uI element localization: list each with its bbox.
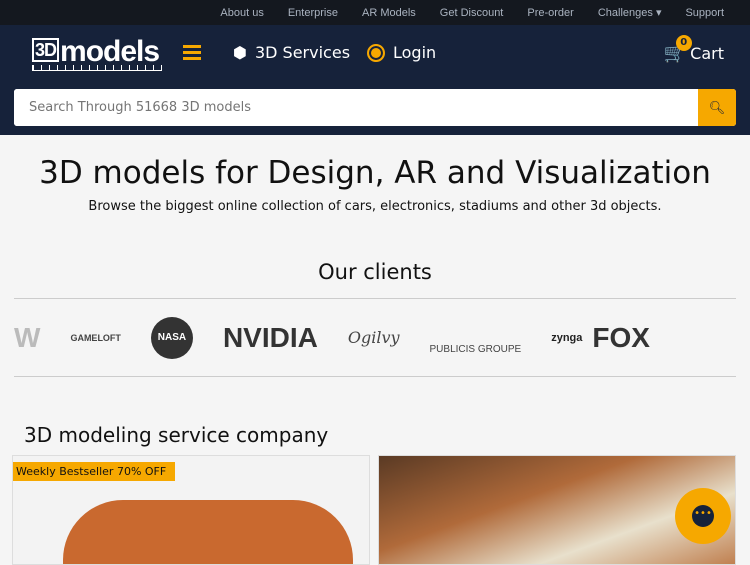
service-card-car[interactable]: Weekly Bestseller 70% OFF [12, 455, 370, 565]
client-logo-nvidia: NVIDIA [222, 321, 318, 353]
nav-pre-order[interactable]: Pre-order [527, 7, 573, 19]
top-nav: About us Enterprise AR Models Get Discou… [0, 0, 750, 25]
client-logo: W [14, 321, 41, 353]
login-link[interactable]: Login [367, 43, 436, 62]
nav-enterprise[interactable]: Enterprise [288, 7, 338, 19]
car-image [63, 500, 353, 564]
service-title: 3D modeling service company [24, 423, 329, 447]
logo-text: models [60, 35, 160, 68]
search-input[interactable] [14, 89, 698, 126]
nav-challenges[interactable]: Challenges ▾ [598, 6, 662, 19]
client-logo-fox: FOX [592, 321, 650, 353]
client-logo-zynga: zynga [551, 331, 583, 344]
nav-get-discount[interactable]: Get Discount [440, 7, 504, 19]
login-label: Login [393, 43, 437, 62]
search-icon: 🔍︎ [708, 99, 726, 115]
cart-label: Cart [690, 44, 724, 63]
logo[interactable]: 3D models [32, 35, 162, 71]
page-title: 3D models for Design, AR and Visualizati… [39, 155, 711, 191]
nav-about[interactable]: About us [220, 7, 263, 19]
menu-icon[interactable] [183, 45, 201, 63]
bestseller-ribbon: Weekly Bestseller 70% OFF [13, 462, 176, 481]
nav-support[interactable]: Support [685, 7, 724, 19]
user-icon [367, 43, 385, 62]
clients-title: Our clients [318, 260, 432, 284]
logo-3d: 3D [32, 38, 60, 62]
client-logo-publicis: PUBLICIS GROUPE [429, 344, 522, 355]
chat-button[interactable]: ••• [675, 488, 731, 544]
header: 3Dmodels ⬢ 3D Services Login 🛒0Cart 🔍︎ [0, 25, 750, 135]
cart-count: 0 [675, 35, 692, 51]
client-logo-gameloft: GAMELOFT [70, 332, 121, 343]
cart-icon: 🛒 0 [664, 35, 692, 64]
cart-button[interactable]: 🛒 0 Cart [664, 35, 724, 64]
services-label: 3D Services [254, 43, 351, 62]
chat-icon: ••• [692, 505, 714, 527]
search-bar: 🔍︎ [14, 89, 736, 126]
page-subtitle: Browse the biggest online collection of … [88, 199, 662, 214]
client-logo-nasa: NASA [150, 316, 193, 359]
nav-ar-models[interactable]: AR Models [362, 7, 416, 19]
clients-carousel[interactable]: W GAMELOFT NASA NVIDIA Ogilvy PUBLICIS G… [14, 298, 736, 377]
search-button[interactable]: 🔍︎ [698, 89, 736, 126]
cube-icon: ⬢ [233, 43, 247, 62]
service-cards: Weekly Bestseller 70% OFF [12, 455, 736, 565]
services-link[interactable]: ⬢ 3D Services [233, 43, 350, 62]
client-logo-ogilvy: Ogilvy [347, 328, 400, 347]
